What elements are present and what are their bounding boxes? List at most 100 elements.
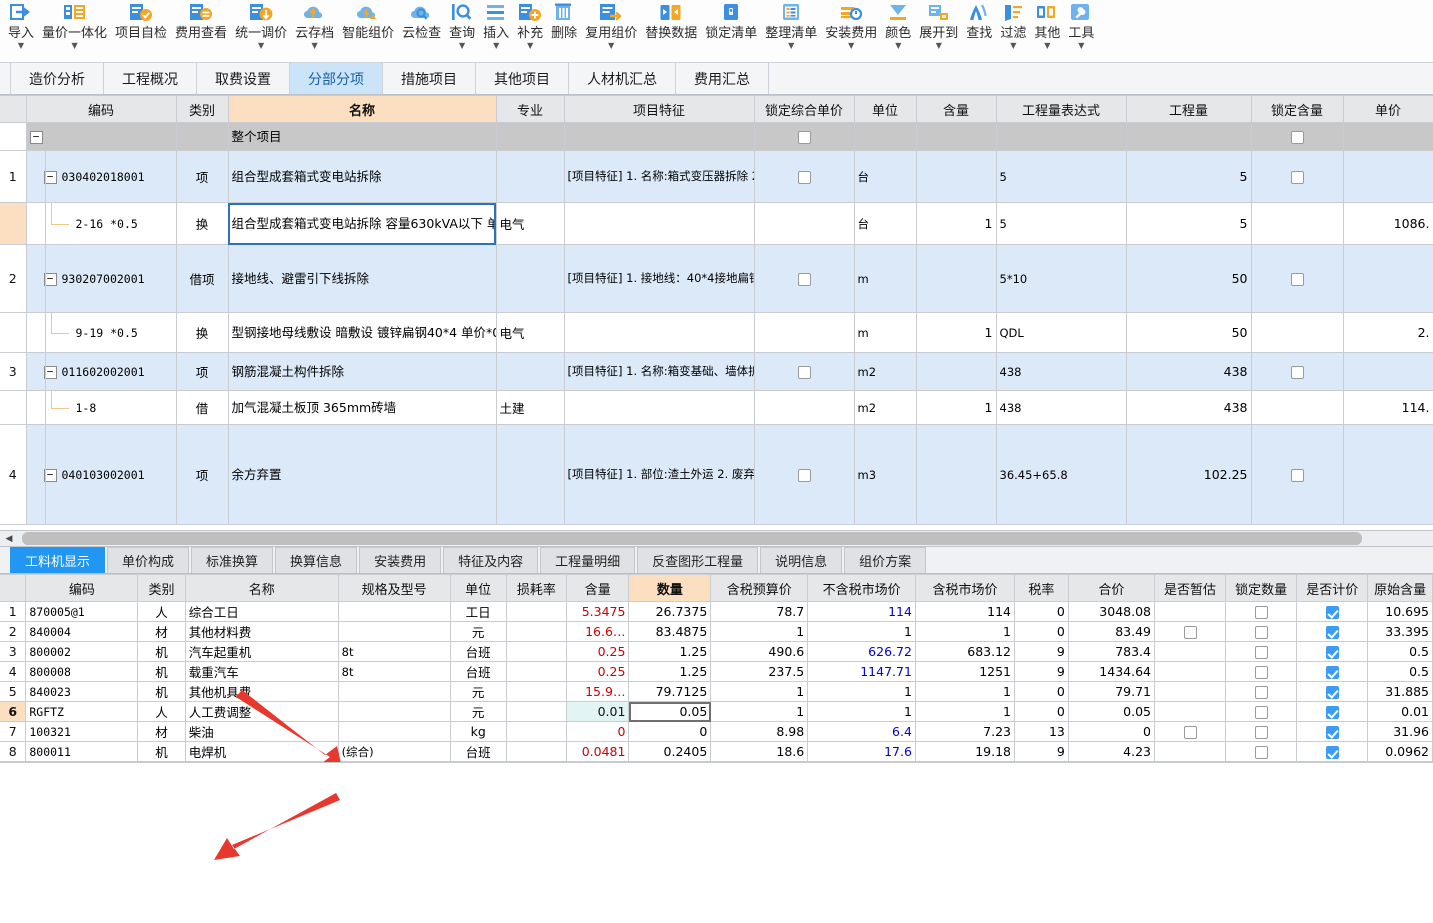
tree-collapse-toggle[interactable]: − [29,131,43,144]
priced-checkbox[interactable] [1325,726,1339,739]
detail-tab-工程量明细[interactable]: 工程量明细 [540,547,636,573]
detail-tab-工料机显示[interactable]: 工料机显示 [10,547,106,573]
lock-price-checkbox[interactable] [797,273,811,286]
lock-qty-checkbox[interactable] [1254,626,1268,639]
cell-provisional[interactable] [1154,641,1227,662]
cell-qty[interactable]: 0.05 [628,701,712,722]
column-header-content[interactable]: 含量 [916,95,997,123]
table-row[interactable]: 2−930207002001 借项 接地线、避雷引下线拆除 [项目特征] 1. 接地线… [0,244,1433,313]
cell-lock_content[interactable] [1251,202,1344,245]
chevron-down-icon[interactable]: ▼ [258,41,264,53]
cell-lock_qty[interactable] [1225,681,1298,702]
cell-name[interactable]: 型钢接地母线敷设 暗敷设 镀锌扁钢40*4 单价*0.5 [228,312,497,353]
ribbon-button-工具[interactable]: 工具 ▼ [1064,0,1098,53]
chevron-down-icon[interactable]: ▼ [895,41,901,53]
tab-人材机汇总[interactable]: 人材机汇总 [568,63,676,94]
tab-其他项目[interactable]: 其他项目 [475,63,569,94]
cell-qty[interactable]: 0 [628,721,712,742]
scrollbar-track[interactable] [16,532,1431,545]
table-row[interactable]: 6 RGFTZ 人人工费调整元 0.01 0.05 1 1 1 0 0.05 0.01 [0,701,1433,722]
boq-grid[interactable]: 编码 类别 名称 专业 项目特征 锁定综合单价 单位 含量 工程量表达式 工程量 锁定含量 单价 − 整… [0,95,1433,525]
provisional-checkbox[interactable] [1183,626,1197,639]
cell-name[interactable]: 余方弃置 [228,424,497,525]
table-row[interactable]: 1−030402018001 项组合型成套箱式变电站拆除 [项目特征] 1. 名称:… [0,150,1433,203]
cell-lock_qty[interactable] [1225,621,1298,642]
ribbon-button-云存档[interactable]: 云存档 ▼ [291,0,338,53]
cell-name[interactable]: 其他机具费 [185,681,339,702]
cell-lock_price[interactable] [754,150,855,203]
cell-name[interactable]: 其他材料费 [185,621,339,642]
cell-lock_content[interactable] [1251,150,1344,203]
horizontal-scrollbar[interactable]: ◀ [0,530,1433,547]
table-row[interactable]: 9-19 *0.5 换型钢接地母线敷设 暗敷设 镀锌扁钢40*4 单价*0.5 电气… [0,312,1433,353]
column-header-provisional[interactable]: 是否暂估 [1154,574,1227,602]
detail-tab-bar[interactable]: 工料机显示 单价构成 标准换算 换算信息 安装费用 特征及内容 工程量明细 反查图形工程量 说明… [0,547,1433,574]
column-header-code[interactable]: 编码 [25,574,139,602]
cell-code[interactable]: −011602002001 [26,352,177,391]
table-row[interactable]: 8 800011 机电焊机 (综合) 台班 0.0481 0.2405 18.6 17.6 19.… [0,741,1433,762]
ribbon-button-查找[interactable]: 查找▼ [962,0,996,53]
ribbon-button-安装费用[interactable]: 安装费用 ▼ [821,0,881,53]
ribbon-button-导入[interactable]: 导入 ▼ [4,0,38,53]
lock-qty-checkbox[interactable] [1254,686,1268,699]
cell-provisional[interactable] [1154,721,1227,742]
cell-priced[interactable] [1296,681,1369,702]
boq-grid-container[interactable]: 编码 类别 名称 专业 项目特征 锁定综合单价 单位 含量 工程量表达式 工程量 锁定含量 单价 − 整… [0,95,1433,530]
priced-checkbox[interactable] [1325,626,1339,639]
cell-lock_price[interactable] [754,122,855,151]
table-row[interactable]: 2-16 *0.5 换组合型成套箱式变电站拆除 容量630kVA以下 单价*0.5… [0,202,1433,245]
scrollbar-thumb[interactable] [22,532,1362,545]
ribbon-button-云检查[interactable]: 云检查▼ [398,0,445,53]
table-row[interactable]: 5 840023 机其他机具费元 15.9… 79.7125 1 1 1 0 79.71 31.88… [0,681,1433,702]
cell-provisional[interactable] [1154,621,1227,642]
ribbon-button-删除[interactable]: 删除▼ [547,0,581,53]
ribbon-button-量价一体化[interactable]: 量价一体化 ▼ [38,0,111,53]
detail-tab-单价构成[interactable]: 单价构成 [107,547,190,573]
chevron-down-icon[interactable]: ▼ [71,41,77,53]
cell-provisional[interactable] [1154,741,1227,762]
cell-code[interactable]: 2-16 *0.5 [26,202,177,245]
chevron-down-icon[interactable]: ▼ [527,41,533,53]
column-header-code[interactable]: 编码 [26,95,177,123]
table-row[interactable]: 4 800008 机载重汽车 8t 台班 0.25 1.25 237.5 1147.71 1251… [0,661,1433,682]
cell-qty[interactable]: 83.4875 [628,621,712,642]
ribbon-button-项目自检[interactable]: 项目自检▼ [111,0,171,53]
column-header-feature[interactable]: 项目特征 [564,95,755,123]
cell-lock_content[interactable] [1251,424,1344,525]
cell-qty[interactable]: 26.7375 [628,601,712,622]
lock-price-checkbox[interactable] [797,131,811,144]
detail-tab-安装费用[interactable]: 安装费用 [359,547,442,573]
column-header-lock_price[interactable]: 锁定综合单价 [754,95,855,123]
scroll-left-arrow[interactable]: ◀ [2,534,16,544]
cell-name[interactable]: 组合型成套箱式变电站拆除 [228,150,497,203]
tab-分部分项[interactable]: 分部分项 [289,63,383,94]
cell-name[interactable]: 整个项目 [228,122,497,151]
ribbon-button-锁定清单[interactable]: 锁定清单▼ [701,0,761,53]
cell-name[interactable]: 组合型成套箱式变电站拆除 容量630kVA以下 单价*0.5 [228,202,497,245]
cell-lock_qty[interactable] [1225,641,1298,662]
cell-provisional[interactable] [1154,661,1227,682]
priced-checkbox[interactable] [1325,706,1339,719]
tab-取费设置[interactable]: 取费设置 [196,63,290,94]
cell-qty[interactable]: 79.7125 [628,681,712,702]
cell-lock_price[interactable] [754,424,855,525]
ribbon-button-查询[interactable]: 查询 ▼ [445,0,479,53]
cell-name[interactable]: 加气混凝土板顶 365mm砖墙 [228,390,497,425]
lock-content-checkbox[interactable] [1290,131,1304,144]
lock-content-checkbox[interactable] [1290,469,1304,482]
tab-造价分析[interactable]: 造价分析 [10,63,104,94]
column-header-expr[interactable]: 工程量表达式 [996,95,1127,123]
cell-lock_qty[interactable] [1225,601,1298,622]
resource-grid[interactable]: 编码 类别 名称 规格及型号 单位 损耗率 含量 数量 含税预算价 不含税市场价 含税市场价 税率 合价… [0,574,1433,762]
column-header-name[interactable]: 名称 [185,574,339,602]
column-header-content[interactable]: 含量 [566,574,630,602]
column-header-market_ex[interactable]: 不含税市场价 [807,574,916,602]
table-row[interactable]: 3 800002 机汽车起重机 8t 台班 0.25 1.25 490.6 626.72 683.… [0,641,1433,662]
priced-checkbox[interactable] [1325,746,1339,759]
column-header-budget[interactable]: 含税预算价 [710,574,809,602]
resource-grid-container[interactable]: 编码 类别 名称 规格及型号 单位 损耗率 含量 数量 含税预算价 不含税市场价 含税市场价 税率 合价… [0,574,1433,762]
column-header-idx[interactable] [0,95,27,123]
cell-lock_price[interactable] [754,352,855,391]
ribbon-button-补充[interactable]: 补充 ▼ [513,0,547,53]
table-row[interactable]: 1-8 借加气混凝土板顶 365mm砖墙 土建 m2 1 438 438 114. [0,390,1433,425]
